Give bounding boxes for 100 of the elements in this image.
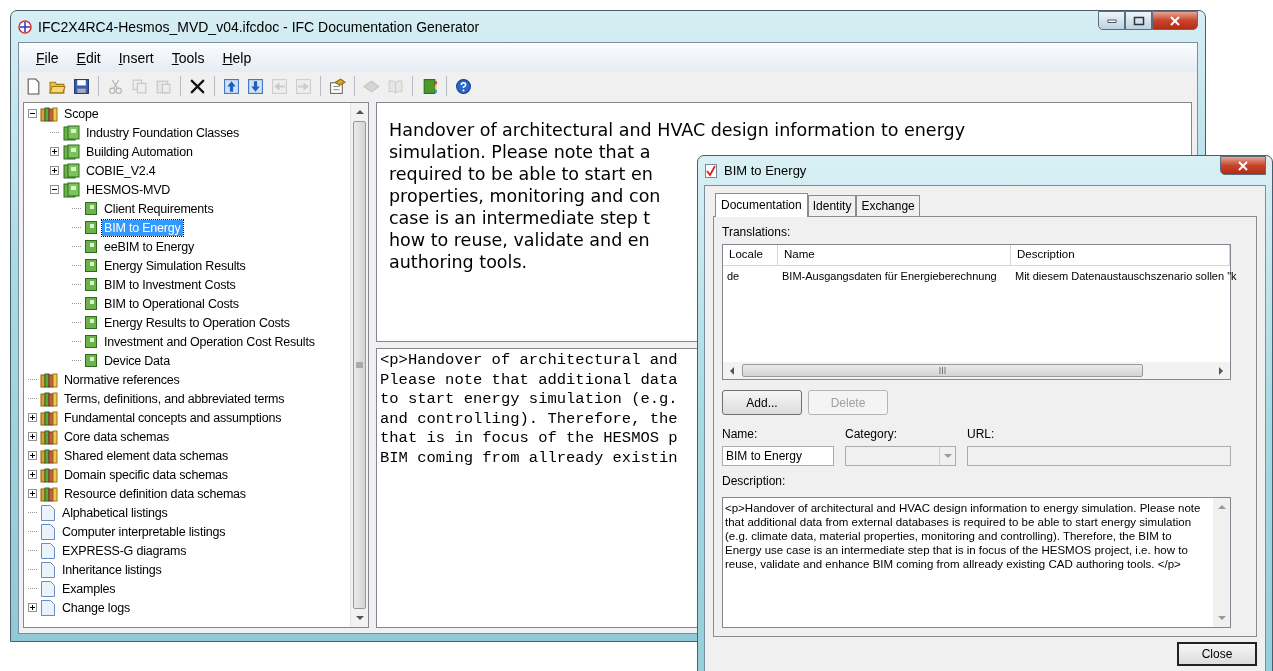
expand-icon[interactable] bbox=[50, 166, 59, 175]
field-label: Translations: bbox=[722, 225, 792, 239]
tab[interactable]: Documentation bbox=[715, 193, 808, 217]
source-text: and controlling). Therefore, the bbox=[380, 409, 678, 430]
tree-item[interactable]: EXPRESS-G diagrams bbox=[60, 542, 189, 559]
source-text: to start energy simulation (e.g. bbox=[380, 390, 678, 410]
books-icon bbox=[40, 466, 58, 483]
caret-icon bbox=[943, 453, 952, 459]
preview-text: how to reuse, validate and en bbox=[389, 229, 650, 251]
tree-item[interactable]: Domain specific data schemas bbox=[62, 466, 230, 483]
expand-icon[interactable] bbox=[28, 470, 37, 479]
add-button[interactable]: Add... bbox=[722, 390, 802, 415]
tree-item[interactable]: eeBIM to Energy bbox=[102, 238, 197, 255]
tree-item[interactable]: Alphabetical listings bbox=[60, 504, 170, 521]
expand-icon[interactable] bbox=[28, 432, 37, 441]
close-button[interactable] bbox=[1220, 156, 1266, 175]
books-icon bbox=[40, 409, 58, 426]
tree-item[interactable]: Energy Simulation Results bbox=[102, 257, 248, 274]
tree-item[interactable]: Change logs bbox=[60, 599, 132, 616]
field-label: Name: bbox=[722, 427, 759, 441]
tree-item[interactable]: Energy Results to Operation Costs bbox=[102, 314, 292, 331]
right-arrow-icon[interactable] bbox=[1219, 366, 1224, 375]
books-icon bbox=[62, 124, 80, 141]
dialog-title: BIM to Energy bbox=[724, 163, 807, 178]
close-button[interactable]: Close bbox=[1177, 642, 1257, 666]
tree-item[interactable]: Terms, definitions, and abbreviated terms bbox=[62, 390, 287, 407]
close-icon bbox=[1169, 15, 1181, 26]
scrollbar[interactable] bbox=[723, 362, 1230, 379]
maximize-icon bbox=[1132, 15, 1145, 26]
tab[interactable]: Exchange bbox=[856, 195, 920, 216]
tree-item[interactable]: BIM to Operational Costs bbox=[102, 295, 241, 312]
page-icon bbox=[40, 560, 56, 579]
tab[interactable]: Identity bbox=[807, 195, 857, 216]
field-label: Description: bbox=[722, 474, 787, 488]
source-text: Please note that additional data bbox=[380, 370, 678, 391]
field-label: Category: bbox=[845, 427, 899, 441]
scrollbar[interactable] bbox=[350, 103, 368, 627]
tree-item[interactable]: Resource definition data schemas bbox=[62, 485, 248, 502]
books-icon bbox=[40, 371, 58, 388]
table-cell-text: Mit diesem Datenaustauschszenario sollen "k bbox=[1014, 269, 1238, 284]
collapse-icon[interactable] bbox=[28, 109, 37, 118]
tree-item[interactable]: Scope bbox=[62, 105, 101, 122]
books-icon bbox=[62, 162, 80, 179]
tree-item[interactable]: Building Automation bbox=[84, 143, 195, 160]
collapse-icon[interactable] bbox=[50, 185, 59, 194]
preview-text: required to be able to start en bbox=[389, 163, 653, 185]
close-icon bbox=[1237, 160, 1249, 171]
menu-item[interactable]: Tools bbox=[162, 47, 214, 68]
tree-item[interactable]: Examples bbox=[60, 580, 118, 597]
page-icon bbox=[40, 541, 56, 560]
expand-icon[interactable] bbox=[28, 603, 37, 612]
window-title: IFC2X4RC4-Hesmos_MVD_v04.ifcdoc - IFC Documentation Generator bbox=[38, 18, 480, 35]
books-icon bbox=[40, 485, 58, 502]
tree-item[interactable]: BIM to Investment Costs bbox=[102, 276, 238, 293]
tree-item[interactable]: Fundamental concepts and assumptions bbox=[62, 409, 284, 426]
column-header[interactable]: Locale bbox=[723, 245, 778, 265]
menu-item[interactable]: File bbox=[27, 47, 68, 68]
books-icon bbox=[62, 143, 80, 160]
preview-text: simulation. Please note that a bbox=[389, 141, 651, 163]
tree-item[interactable]: Device Data bbox=[102, 352, 172, 369]
up-arrow-icon[interactable] bbox=[355, 109, 364, 114]
tree-item[interactable]: COBIE_V2.4 bbox=[84, 162, 158, 179]
books-icon bbox=[40, 428, 58, 445]
expand-icon[interactable] bbox=[28, 413, 37, 422]
down-arrow-icon[interactable] bbox=[355, 616, 364, 621]
name-field[interactable]: BIM to Energy bbox=[722, 446, 834, 466]
preview-text: authoring tools. bbox=[389, 251, 528, 273]
preview-text: properties, monitoring and con bbox=[389, 185, 661, 207]
page-icon bbox=[40, 522, 56, 541]
tree-item[interactable]: Normative references bbox=[62, 371, 182, 388]
preview-text: Handover of architectural and HVAC design information to energy bbox=[389, 119, 965, 141]
tree-item[interactable]: Core data schemas bbox=[62, 428, 171, 445]
left-arrow-icon[interactable] bbox=[729, 366, 734, 375]
books-icon bbox=[62, 181, 80, 198]
page-icon bbox=[40, 579, 56, 598]
source-text: BIM coming from allready existin bbox=[380, 448, 678, 469]
close-button[interactable] bbox=[1152, 11, 1198, 30]
menu-item[interactable]: Edit bbox=[67, 47, 110, 68]
tree-item[interactable]: Industry Foundation Classes bbox=[84, 124, 242, 141]
books-icon bbox=[40, 105, 58, 122]
tree-item[interactable]: Investment and Operation Cost Results bbox=[102, 333, 317, 350]
table-cell-text: de bbox=[726, 269, 741, 284]
menu-item[interactable]: Insert bbox=[109, 47, 163, 68]
expand-icon[interactable] bbox=[28, 489, 37, 498]
document-check-icon bbox=[704, 162, 718, 179]
tree-item[interactable]: HESMOS-MVD bbox=[84, 181, 173, 198]
expand-icon[interactable] bbox=[28, 451, 37, 460]
minimize-button[interactable] bbox=[1098, 11, 1125, 30]
minimize-icon bbox=[1106, 17, 1117, 24]
tree-item[interactable]: Client Requirements bbox=[102, 200, 216, 217]
maximize-button[interactable] bbox=[1125, 11, 1152, 30]
expand-icon[interactable] bbox=[50, 147, 59, 156]
tree-item[interactable]: Computer interpretable listings bbox=[60, 523, 228, 540]
field-label: URL: bbox=[967, 427, 996, 441]
tree-item[interactable]: Shared element data schemas bbox=[62, 447, 231, 464]
column-header[interactable]: Description bbox=[1011, 245, 1230, 265]
menu-item[interactable]: Help bbox=[213, 47, 261, 68]
page-icon bbox=[40, 503, 56, 522]
tree-item[interactable]: Inheritance listings bbox=[60, 561, 164, 578]
column-header[interactable]: Name bbox=[778, 245, 1011, 265]
